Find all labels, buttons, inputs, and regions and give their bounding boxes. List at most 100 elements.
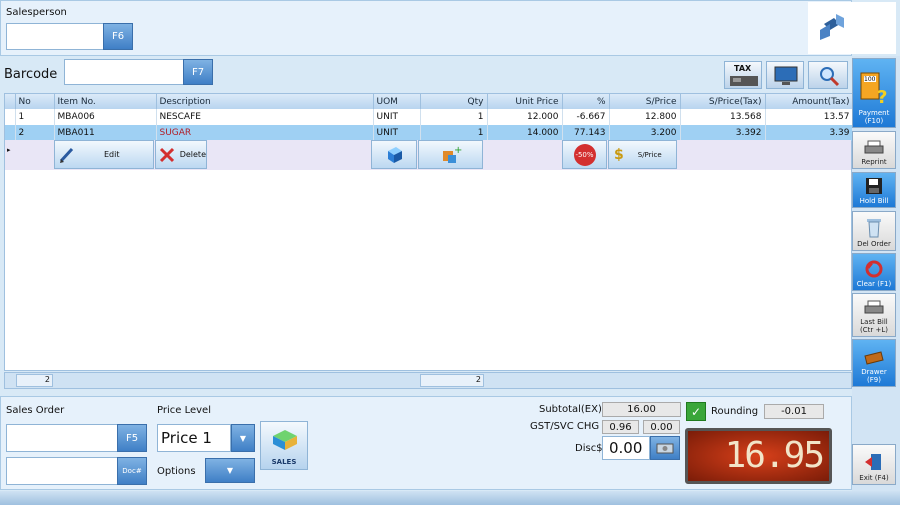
subtotal-value: 16.00 [602,402,681,417]
row-indicator [5,109,16,125]
last-bill-button[interactable]: Last Bill (Ctr +L) [852,293,896,337]
trash-icon [867,219,881,238]
clear-icon [865,260,883,278]
payment-icon: 100? [860,72,887,105]
col-sprice[interactable]: S/Price [609,94,681,109]
printer-icon [864,140,884,154]
col-uom[interactable]: UOM [373,94,421,109]
col-sprice-tax[interactable]: S/Price(Tax) [680,94,766,109]
payment-label: Payment (F10) [858,109,890,125]
salesperson-lookup-button[interactable]: F6 [103,23,133,50]
delete-label: Delete [179,150,206,159]
clear-label: Clear (F1) [856,280,892,288]
search-button[interactable] [808,61,848,89]
chevron-down-icon: ▼ [226,466,234,475]
row-pointer-icon: ▸ [7,146,11,154]
footer-count: 2 [16,374,53,387]
edit-button[interactable]: Edit [54,140,154,169]
cell-percent: -6.667 [562,109,610,125]
price-level-dropdown-button[interactable]: ▼ [231,424,255,452]
monitor-button[interactable] [766,61,804,89]
payment-button[interactable]: 100? Payment (F10) [852,58,896,128]
barcode-input[interactable] [64,59,184,85]
sprice-label: S/Price [637,150,662,159]
table-row[interactable]: 1 MBA006 NESCAFE UNIT 1 12.000 -6.667 12… [5,109,854,125]
cell-amount: 3.39 [765,125,854,141]
sprice-button[interactable]: $ S/Price [608,140,677,169]
clear-button[interactable]: Clear (F1) [852,253,896,291]
grand-total-value: 16.95 [724,435,825,476]
reprint-button[interactable]: Reprint [852,131,896,169]
col-no[interactable]: No [15,94,55,109]
sales-order-lookup-button[interactable]: F5 [117,424,147,452]
doc-number-button[interactable]: Doc# [117,457,147,485]
logo-icon [820,14,844,40]
pencil-icon [59,147,74,163]
table-row-selected[interactable]: 2 MBA011 SUGAR UNIT 1 14.000 77.143 3.20… [5,125,854,141]
cell-amount: 13.57 [765,109,854,125]
col-amount-tax[interactable]: Amount(Tax) [765,94,854,109]
printer-icon [864,300,884,314]
cell-sprice-tax: 13.568 [680,109,766,125]
row-indicator [5,125,16,141]
gst-value-2: 0.00 [643,420,680,434]
cell-qty: 1 [420,109,488,125]
salesperson-label: Salesperson [6,7,67,18]
options-dropdown-button[interactable]: ▼ [205,458,255,483]
uom-button[interactable] [371,140,417,169]
col-unit-price[interactable]: Unit Price [487,94,563,109]
tax-button[interactable]: TAX [724,61,762,89]
search-icon [820,67,840,87]
rounding-value: -0.01 [764,404,824,419]
edit-label: Edit [104,150,120,159]
cell-sprice-tax: 3.392 [680,125,766,141]
discount-badge-icon: -50% [573,143,596,166]
col-description[interactable]: Description [156,94,374,109]
sales-order-label: Sales Order [6,405,65,416]
exit-button[interactable]: Exit (F4) [852,444,896,485]
cell-no: 2 [15,125,55,141]
cell-sprice: 12.800 [609,109,681,125]
dollar-icon: $ [614,146,624,163]
monitor-icon [774,66,798,85]
col-item-no[interactable]: Item No. [54,94,157,109]
add-item-icon: + [442,145,462,163]
del-order-button[interactable]: Del Order [852,211,896,251]
delete-button[interactable]: Delete [155,140,207,169]
exit-icon [865,454,881,470]
sales-order-input[interactable] [6,424,118,452]
cell-unit-price: 12.000 [487,109,563,125]
cell-unit-price: 14.000 [487,125,563,141]
price-level-label: Price Level [157,405,211,416]
svg-text:+: + [454,145,462,156]
cell-description: NESCAFE [156,109,374,125]
col-qty[interactable]: Qty [420,94,488,109]
reprint-label: Reprint [861,158,887,166]
cell-item-no: MBA011 [54,125,157,141]
discount-calc-button[interactable] [650,436,680,460]
discount-button[interactable]: -50% [562,140,607,169]
status-bar [0,491,900,505]
disc-label: Disc$ [575,443,603,454]
cell-uom: UNIT [373,125,421,141]
qty-button[interactable]: + [418,140,483,169]
floppy-icon [866,178,882,194]
col-percent[interactable]: % [562,94,610,109]
drawer-button[interactable]: Drawer (F9) [852,339,896,387]
svg-text:?: ? [877,87,887,105]
sales-label: SALES [271,458,297,466]
rounding-checkbox[interactable]: ✓ [686,402,706,421]
barcode-label: Barcode [4,67,58,82]
salesperson-input[interactable] [6,23,104,50]
exit-label: Exit (F4) [859,474,889,482]
price-level-select[interactable]: Price 1 [157,424,231,452]
drawer-label: Drawer (F9) [861,368,887,384]
svg-text:100: 100 [864,76,876,83]
discount-input[interactable]: 0.00 [602,436,650,460]
banknote-icon [656,443,674,454]
doc-number-input[interactable] [6,457,118,485]
hold-bill-button[interactable]: Hold Bill [852,172,896,208]
sales-button[interactable]: SALES [260,421,308,470]
tax-label: TAX [734,64,752,73]
barcode-lookup-button[interactable]: F7 [183,59,213,85]
